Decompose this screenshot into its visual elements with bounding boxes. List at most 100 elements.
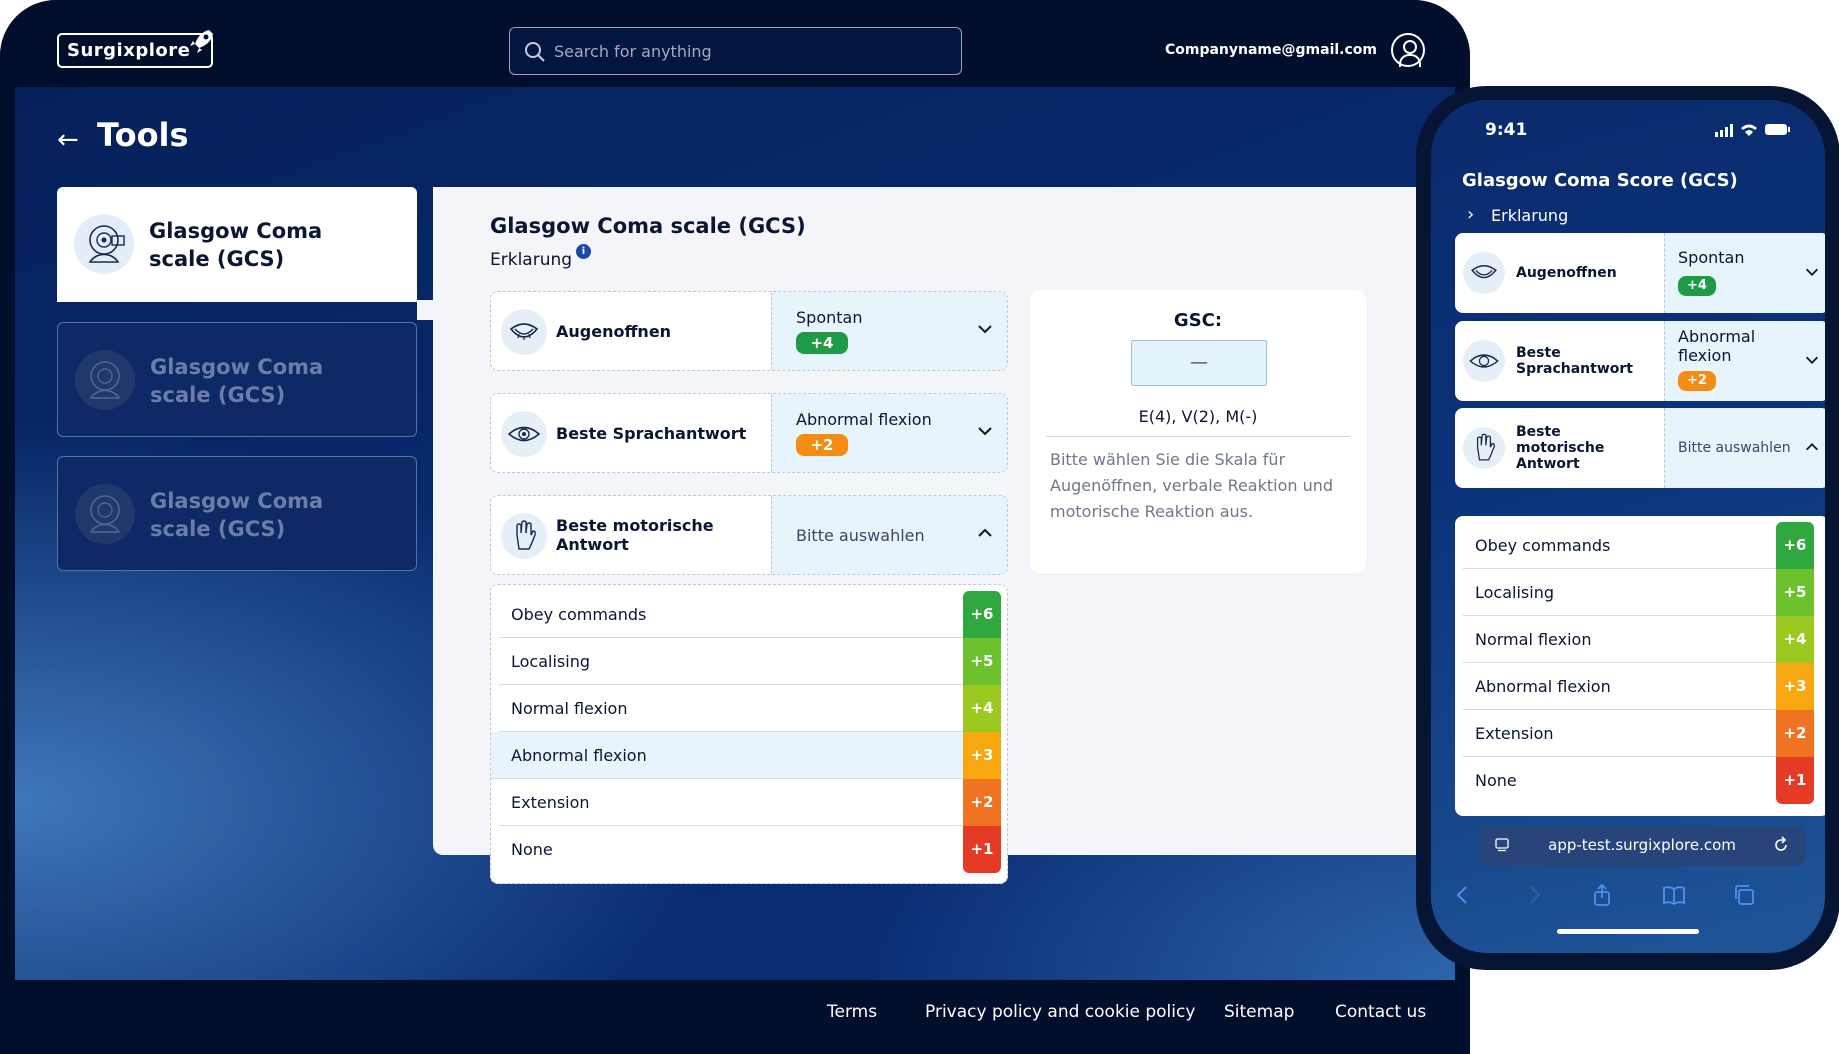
eye-open-icon bbox=[501, 309, 547, 355]
option-none[interactable]: None +1 bbox=[499, 826, 1001, 873]
phone-criterion-augenoffnen: Augenoffnen Spontan +4 bbox=[1455, 233, 1825, 313]
option-label: Localising bbox=[511, 652, 590, 671]
reload-icon[interactable] bbox=[1771, 835, 1791, 855]
option-none[interactable]: None +1 bbox=[1463, 757, 1814, 804]
criterion-select[interactable]: Bitte auswahlen bbox=[1664, 408, 1825, 488]
option-score: +4 bbox=[1776, 616, 1814, 663]
brain-scan-icon bbox=[75, 484, 135, 544]
option-normal-flexion[interactable]: Normal flexion +4 bbox=[1463, 616, 1814, 663]
option-score: +1 bbox=[1776, 757, 1814, 804]
phone-screen: 9:41 Glasgow Coma Score (GCS) › Erklarun… bbox=[1431, 100, 1825, 953]
footer-link-contact[interactable]: Contact us bbox=[1335, 1002, 1426, 1022]
option-label: Normal flexion bbox=[511, 699, 628, 718]
option-label: Obey commands bbox=[511, 605, 647, 624]
search-input[interactable] bbox=[554, 28, 944, 74]
criterion-select[interactable]: Bitte auswahlen bbox=[771, 496, 1007, 574]
phone-frame: 9:41 Glasgow Coma Score (GCS) › Erklarun… bbox=[1416, 86, 1839, 970]
select-placeholder: Bitte auswahlen bbox=[796, 525, 925, 545]
criterion-select[interactable]: Abnormal flexion +2 bbox=[1664, 321, 1825, 401]
chevron-up-icon bbox=[978, 528, 992, 537]
hand-icon bbox=[501, 513, 547, 559]
user-avatar-icon[interactable] bbox=[1391, 33, 1425, 67]
option-label: Extension bbox=[1475, 724, 1554, 743]
home-indicator[interactable] bbox=[1557, 929, 1699, 934]
option-score: +1 bbox=[963, 826, 1001, 873]
url-text: app-test.surgixplore.com bbox=[1548, 836, 1736, 854]
eye-open-icon bbox=[1463, 252, 1505, 294]
share-icon[interactable] bbox=[1589, 882, 1615, 908]
logo[interactable]: Surgixplore bbox=[57, 30, 213, 68]
chevron-down-icon bbox=[978, 325, 992, 334]
brain-scan-icon bbox=[74, 214, 134, 274]
browser-back-icon[interactable] bbox=[1450, 882, 1476, 908]
tool-card-gcs[interactable]: Glasgow Coma scale (GCS) bbox=[57, 456, 417, 571]
option-label: None bbox=[511, 840, 553, 859]
tool-card-label: Glasgow Coma scale (GCS) bbox=[150, 489, 324, 541]
criterion-select[interactable]: Spontan +4 bbox=[771, 292, 1007, 370]
option-label: Obey commands bbox=[1475, 536, 1611, 555]
tool-card-gcs-active[interactable]: Glasgow Coma scale (GCS) bbox=[57, 187, 417, 302]
option-label: Normal flexion bbox=[1475, 630, 1592, 649]
result-title: GSC: bbox=[1173, 310, 1223, 331]
browser-url-bar[interactable]: app-test.surgixplore.com bbox=[1479, 826, 1805, 866]
score-badge: +4 bbox=[1678, 276, 1716, 296]
search-bar[interactable] bbox=[509, 27, 962, 75]
selected-value: Spontan bbox=[1678, 248, 1745, 267]
option-label: Abnormal flexion bbox=[1475, 677, 1611, 696]
selected-value: Abnormal flexion bbox=[796, 410, 932, 429]
option-obey-commands[interactable]: Obey commands +6 bbox=[499, 591, 1001, 638]
back-arrow-icon[interactable]: ← bbox=[57, 125, 79, 155]
bookmarks-icon[interactable] bbox=[1661, 882, 1687, 908]
footer: Terms Privacy policy and cookie policy S… bbox=[0, 980, 1470, 1054]
criterion-motorische-antwort: Beste motorische Antwort Bitte auswahlen bbox=[490, 495, 1008, 575]
option-abnormal-flexion[interactable]: Abnormal flexion +3 bbox=[1463, 663, 1814, 710]
option-score: +5 bbox=[963, 638, 1001, 685]
criterion-label: Augenoffnen bbox=[556, 321, 672, 341]
tabs-icon[interactable] bbox=[1731, 882, 1757, 908]
option-localising[interactable]: Localising +5 bbox=[499, 638, 1001, 685]
footer-link-sitemap[interactable]: Sitemap bbox=[1224, 1002, 1294, 1022]
criterion-label: Augenoffnen bbox=[1516, 265, 1617, 281]
option-abnormal-flexion[interactable]: Abnormal flexion +3 bbox=[491, 732, 1001, 779]
chevron-down-icon bbox=[1805, 268, 1819, 276]
option-score: +6 bbox=[1776, 522, 1814, 569]
score-badge: +2 bbox=[796, 434, 848, 456]
browser-forward-icon[interactable] bbox=[1521, 882, 1547, 908]
status-time: 9:41 bbox=[1485, 120, 1528, 140]
option-extension[interactable]: Extension +2 bbox=[1463, 710, 1814, 757]
option-score: +2 bbox=[1776, 710, 1814, 757]
footer-link-terms[interactable]: Terms bbox=[827, 1002, 877, 1022]
phone-subtitle[interactable]: Erklarung bbox=[1491, 206, 1568, 225]
chevron-down-icon bbox=[1805, 356, 1819, 364]
eye-icon bbox=[1463, 340, 1505, 382]
motor-response-dropdown: Obey commands +6 Localising +5 Normal fl… bbox=[490, 584, 1008, 884]
option-localising[interactable]: Localising +5 bbox=[1463, 569, 1814, 616]
criterion-select[interactable]: Abnormal flexion +2 bbox=[771, 394, 1007, 472]
criterion-select[interactable]: Spontan +4 bbox=[1664, 233, 1825, 313]
criterion-label: Beste Sprachantwort bbox=[1516, 345, 1633, 377]
chevron-right-icon[interactable]: › bbox=[1467, 204, 1474, 225]
option-label: Abnormal flexion bbox=[511, 746, 647, 765]
user-email: Companyname@gmail.com bbox=[1164, 42, 1377, 58]
option-score: +5 bbox=[1776, 569, 1814, 616]
panel-connector bbox=[417, 300, 437, 320]
option-score: +2 bbox=[963, 779, 1001, 826]
result-summary: E(4), V(2), M(-) bbox=[1138, 407, 1258, 426]
gcs-title: Glasgow Coma scale (GCS) bbox=[490, 214, 806, 238]
option-label: Extension bbox=[511, 793, 590, 812]
info-icon[interactable]: i bbox=[576, 244, 591, 259]
option-score: +4 bbox=[963, 685, 1001, 732]
tool-card-gcs[interactable]: Glasgow Coma scale (GCS) bbox=[57, 322, 417, 437]
logo-text: Surgixplore bbox=[67, 40, 191, 61]
chevron-down-icon bbox=[978, 427, 992, 436]
gcs-subtitle[interactable]: Erklarung bbox=[490, 250, 572, 270]
criterion-label: Beste Sprachantwort bbox=[556, 423, 747, 443]
search-icon bbox=[525, 42, 545, 62]
option-normal-flexion[interactable]: Normal flexion +4 bbox=[499, 685, 1001, 732]
option-extension[interactable]: Extension +2 bbox=[499, 779, 1001, 826]
rocket-icon bbox=[190, 30, 213, 53]
footer-link-privacy[interactable]: Privacy policy and cookie policy bbox=[925, 1002, 1195, 1022]
option-score: +3 bbox=[963, 732, 1001, 779]
score-badge: +4 bbox=[796, 332, 848, 354]
option-obey-commands[interactable]: Obey commands +6 bbox=[1463, 522, 1814, 569]
